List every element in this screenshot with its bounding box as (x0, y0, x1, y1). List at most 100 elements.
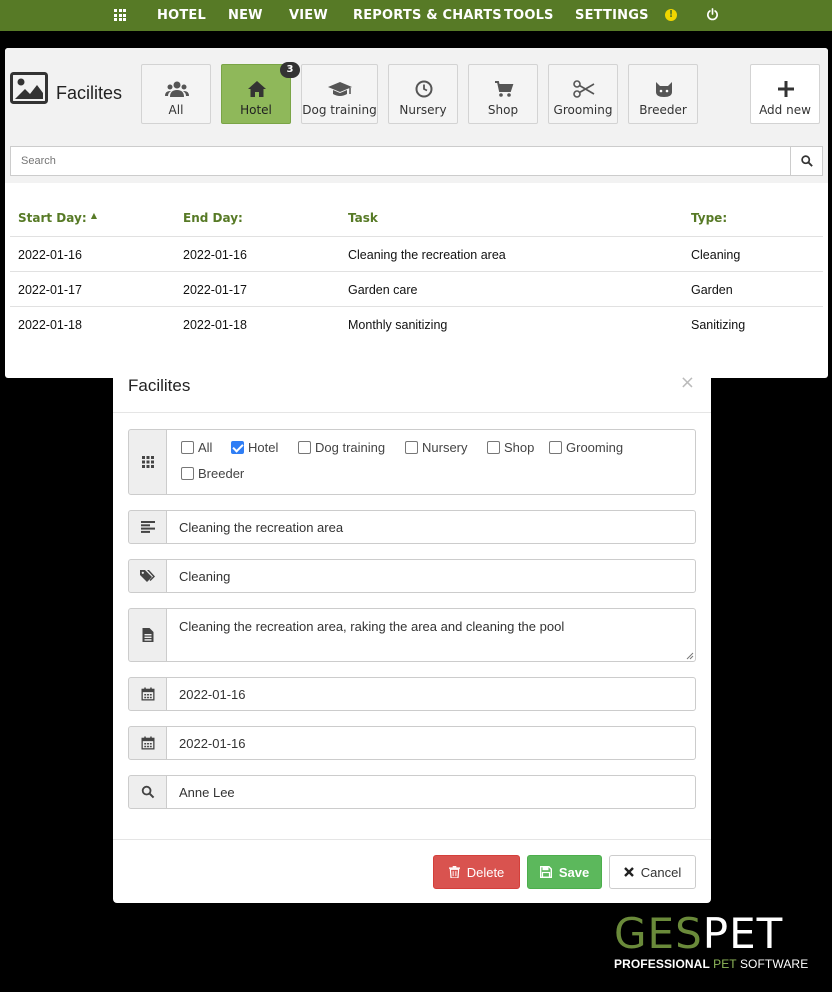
category-breeder-button[interactable]: Breeder (628, 64, 698, 124)
cell-type: Sanitizing (691, 318, 746, 332)
cell-task: Cleaning the recreation area (348, 248, 506, 262)
close-icon (623, 867, 634, 877)
category-label: Dog training (302, 103, 377, 117)
facilities-modal: Facilites × All Hotel Dog training Nurse… (113, 358, 711, 903)
page-title: Facilites (56, 83, 123, 103)
search-input[interactable] (10, 146, 791, 176)
add-new-button[interactable]: Add new (750, 64, 820, 124)
power-icon[interactable] (706, 8, 719, 21)
cell-end: 2022-01-18 (183, 318, 247, 332)
checkbox-box[interactable] (231, 441, 244, 454)
checkbox-box[interactable] (181, 467, 194, 480)
checkbox-label: Nursery (422, 440, 468, 455)
grid-icon (141, 456, 154, 468)
cell-end: 2022-01-17 (183, 283, 247, 297)
nav-hotel[interactable]: HOTEL (157, 8, 206, 23)
task-input-group: Cleaning the recreation area (128, 510, 696, 544)
nav-new[interactable]: NEW (228, 8, 263, 23)
checkbox-label: Shop (504, 440, 535, 455)
resize-handle-icon[interactable] (686, 652, 694, 660)
checkbox-label: Dog training (315, 440, 386, 455)
panel-header: Facilites All Hotel 3 Dog training Nurse… (5, 48, 828, 183)
checkbox-hotel[interactable]: Hotel (231, 440, 278, 455)
cat-icon (656, 82, 672, 97)
end-date-addon (128, 726, 167, 760)
apps-grid-icon[interactable] (114, 9, 126, 21)
checkbox-breeder[interactable]: Breeder (181, 466, 244, 481)
add-new-label: Add new (759, 103, 811, 117)
column-end-day[interactable]: End Day: (183, 211, 243, 225)
floppy-disk-icon (539, 866, 552, 878)
checkbox-box[interactable] (181, 441, 194, 454)
search-bar (10, 146, 823, 176)
delete-button[interactable]: Delete (433, 855, 520, 889)
description-addon (128, 608, 167, 662)
checkbox-nursery[interactable]: Nursery (405, 440, 468, 455)
start-date-field[interactable]: 2022-01-16 (166, 677, 696, 711)
save-button[interactable]: Save (527, 855, 602, 889)
nav-settings[interactable]: SETTINGS (575, 8, 649, 23)
logo-sub-professional: PROFESSIONAL (614, 957, 714, 971)
start-date-addon (128, 677, 167, 711)
cancel-button[interactable]: Cancel (609, 855, 696, 889)
person-field[interactable]: Anne Lee (166, 775, 696, 809)
logo-sub-software: SOFTWARE (736, 957, 809, 971)
column-type[interactable]: Type: (691, 211, 727, 225)
calendar-icon (141, 687, 154, 701)
plus-icon (778, 81, 794, 97)
type-field[interactable]: Cleaning (166, 559, 696, 593)
close-icon[interactable]: × (680, 372, 695, 393)
person-input-group: Anne Lee (128, 775, 696, 809)
nav-tools[interactable]: TOOLS (504, 8, 554, 23)
category-label: All (168, 103, 184, 117)
checkbox-box[interactable] (405, 441, 418, 454)
search-icon (801, 155, 813, 167)
table-row[interactable]: 2022-01-17 2022-01-17 Garden care Garden (10, 271, 823, 306)
category-grooming-button[interactable]: Grooming (548, 64, 618, 124)
person-addon[interactable] (128, 775, 167, 809)
checkbox-box[interactable] (549, 441, 562, 454)
end-date-field[interactable]: 2022-01-16 (166, 726, 696, 760)
column-start-day[interactable]: Start Day: ▲ (18, 211, 97, 225)
delete-label: Delete (466, 864, 505, 880)
document-icon (142, 628, 153, 642)
category-dog-training-button[interactable]: Dog training (301, 64, 378, 124)
column-task[interactable]: Task (348, 211, 378, 225)
table-row[interactable]: 2022-01-16 2022-01-16 Cleaning the recre… (10, 236, 823, 271)
list-icon (140, 521, 155, 533)
cart-icon (495, 81, 514, 97)
checkbox-all[interactable]: All (181, 440, 212, 455)
checkbox-dog-training[interactable]: Dog training (298, 440, 385, 455)
task-addon (128, 510, 167, 544)
category-label: Breeder (639, 103, 687, 117)
checkbox-shop[interactable]: Shop (487, 440, 534, 455)
cell-task: Garden care (348, 283, 418, 297)
search-button[interactable] (790, 146, 823, 176)
graduation-cap-icon (328, 82, 352, 96)
nav-reports-charts[interactable]: REPORTS & CHARTS (353, 8, 502, 23)
trash-icon (448, 866, 460, 878)
save-label: Save (558, 864, 590, 880)
category-nursery-button[interactable]: Nursery (388, 64, 458, 124)
home-icon (248, 81, 266, 97)
checkbox-label: Hotel (248, 440, 279, 455)
cell-type: Garden (691, 283, 733, 297)
checkbox-box[interactable] (487, 441, 500, 454)
type-input-group: Cleaning (128, 559, 696, 593)
warning-icon[interactable]: ! (665, 9, 677, 21)
checkbox-label: All (198, 440, 213, 455)
task-field[interactable]: Cleaning the recreation area (166, 510, 696, 544)
checkbox-grooming[interactable]: Grooming (549, 440, 623, 455)
cell-task: Monthly sanitizing (348, 318, 448, 332)
description-textarea[interactable]: Cleaning the recreation area, raking the… (166, 608, 696, 662)
category-shop-button[interactable]: Shop (468, 64, 538, 124)
category-all-button[interactable]: All (141, 64, 211, 124)
category-label: Grooming (553, 103, 613, 117)
hotel-count-badge: 3 (280, 62, 300, 78)
table-row[interactable]: 2022-01-18 2022-01-18 Monthly sanitizing… (10, 306, 823, 341)
cell-start: 2022-01-18 (18, 318, 82, 332)
top-nav: HOTEL NEW VIEW REPORTS & CHARTS TOOLS SE… (0, 0, 832, 31)
nav-view[interactable]: VIEW (289, 8, 328, 23)
checkbox-box[interactable] (298, 441, 311, 454)
category-label: Shop (487, 103, 519, 117)
